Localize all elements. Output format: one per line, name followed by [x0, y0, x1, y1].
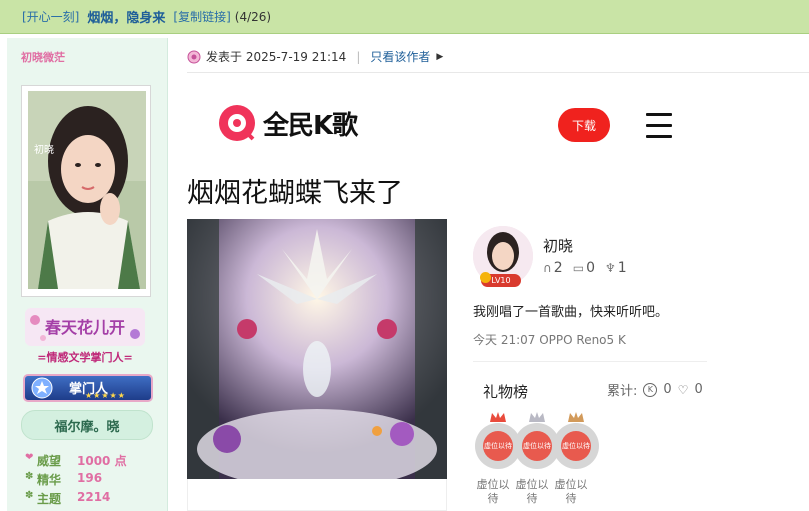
gift-board-title: 礼物榜: [483, 383, 529, 401]
coin-total: 0: [663, 382, 672, 397]
gift-count: 1: [617, 260, 627, 276]
meta-separator: |: [356, 49, 361, 64]
thread-title-bar: [开心一刻] 烟烟，隐身来 [复制链接] (4/26): [0, 0, 809, 34]
post-status-icon: [187, 50, 201, 64]
star-emblem-icon: [29, 377, 55, 399]
section-title: =情感文学掌门人=: [37, 351, 133, 364]
download-button[interactable]: 下载: [558, 108, 610, 142]
seat-label: 虚位以待: [554, 478, 588, 505]
thread-category-link[interactable]: [开心一刻]: [22, 8, 79, 25]
share-message: 我刚唱了一首歌曲，快来听听吧。: [473, 305, 669, 320]
brand-logo[interactable]: 全民K歌: [217, 103, 358, 143]
brand-name: 全民K歌: [263, 110, 358, 141]
comment-stat: ▭ 0: [573, 260, 595, 276]
gift-seat-3[interactable]: 虚位以待: [553, 423, 599, 469]
gold-crown-icon: [490, 412, 506, 422]
crown-small-icon: [480, 272, 491, 283]
karaoke-logo-icon: [219, 105, 255, 141]
stat-prestige: ❤ 威望 1000 点: [25, 452, 127, 469]
headphones-icon: ∩: [543, 261, 552, 275]
total-label: 累计:: [607, 384, 638, 399]
singer-stats: ∩ 2 ▭ 0 ♆ 1: [543, 260, 627, 276]
device-info: 今天 21:07 OPPO Reno5 K: [473, 333, 626, 347]
rank-badge: 掌门人 ★★★★★: [23, 374, 153, 402]
stat-topics: ✽ 主题 2214: [25, 490, 110, 507]
seat-label: 虚位以待: [476, 478, 510, 505]
badge-art-image: 春天花儿开: [25, 308, 145, 346]
flower-total: 0: [694, 382, 703, 397]
stat-value: 196: [77, 471, 103, 485]
flower-icon: ✽: [25, 490, 34, 501]
stat-digest: ✽ 精华 196: [25, 471, 102, 488]
silver-crown-icon: [529, 412, 545, 422]
coin-icon: K: [643, 382, 658, 397]
karaoke-embed: 全民K歌 下载 烟烟花蝴蝶飞来了 LV10 初晓 ∩ 2 ▭ 0 ♆ 1 我刚唱…: [187, 73, 809, 511]
stat-key: 主题: [37, 492, 62, 506]
page-indicator: (4/26): [234, 9, 272, 24]
cover-footer: [187, 479, 447, 511]
song-title: 烟烟花蝴蝶飞来了: [187, 178, 403, 209]
post-timestamp: 发表于 2025-7-19 21:14: [206, 50, 347, 64]
listen-stat: ∩ 2: [543, 260, 563, 276]
gift-total: 累计: K 0 ♡ 0: [607, 380, 703, 399]
stat-value: 1000 点: [77, 454, 127, 468]
gift-stat: ♆ 1: [605, 260, 627, 276]
author-avatar[interactable]: 初晓: [28, 91, 146, 289]
seat-placeholder: 虚位以待: [522, 431, 552, 461]
post-meta: 发表于 2025-7-19 21:14 | 只看该作者 ▶: [187, 48, 443, 65]
stat-key: 威望: [37, 454, 62, 468]
only-author-link[interactable]: 只看该作者: [370, 48, 430, 65]
flower-icon: ✽: [25, 471, 34, 482]
comment-icon: ▭: [572, 261, 585, 275]
triangle-right-icon: ▶: [436, 51, 444, 62]
divider: [473, 361, 707, 362]
singer-name[interactable]: 初晓: [543, 235, 573, 256]
avatar-watermark: 初晓: [34, 143, 54, 156]
copy-link-button[interactable]: [复制链接]: [173, 8, 230, 25]
author-sidebar: 初晓微茫 初晓 春天花儿开 =情感文学掌门人= 掌门人 ★★★★★ 福尔摩。晓 …: [7, 38, 168, 511]
author-username[interactable]: 初晓微茫: [21, 49, 65, 65]
stat-key: 精华: [37, 473, 62, 487]
trophy-icon: ♆: [604, 261, 616, 275]
seat-label: 虚位以待: [515, 478, 549, 505]
comment-count: 0: [586, 260, 595, 276]
rank-stars: ★★★★★: [85, 391, 126, 400]
bronze-crown-icon: [568, 412, 584, 422]
song-cover-image[interactable]: [187, 219, 447, 479]
listen-count: 2: [553, 260, 563, 276]
seat-placeholder: 虚位以待: [561, 431, 591, 461]
hamburger-menu-icon[interactable]: [646, 113, 672, 146]
user-title: 福尔摩。晓: [21, 410, 153, 440]
flower-gift-icon: ♡: [677, 382, 689, 397]
author-avatar-frame: 初晓: [21, 85, 151, 297]
heart-icon: ❤: [25, 452, 34, 463]
badge-art-text: 春天花儿开: [44, 318, 125, 337]
thread-title: 烟烟，隐身来: [87, 11, 166, 26]
seat-placeholder: 虚位以待: [483, 431, 513, 461]
stat-value: 2214: [77, 490, 111, 504]
